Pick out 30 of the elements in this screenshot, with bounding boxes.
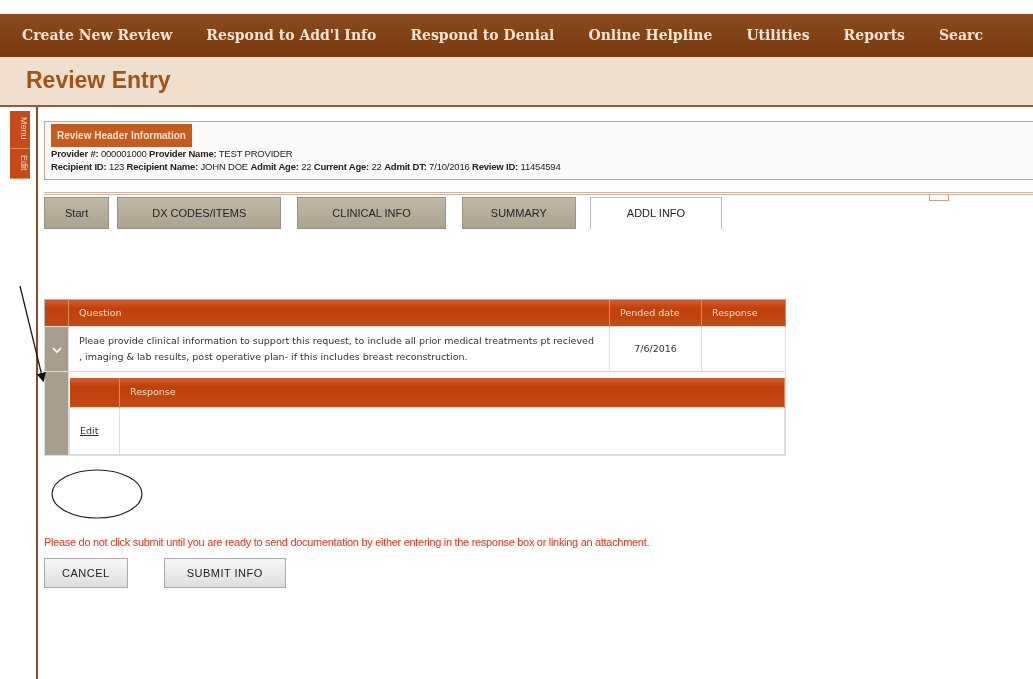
tab[interactable]: Start [44, 197, 110, 229]
chevron-down-icon[interactable] [51, 345, 62, 354]
button-control[interactable]: CANCEL [44, 558, 128, 589]
nav-link-item[interactable]: Respond to Denial [410, 25, 555, 46]
nav-link-item[interactable]: Searc [939, 25, 983, 46]
warning-text: Please do not click submit until you are ready to send documentation by either entering in the response box or linking an attachment. [44, 534, 651, 550]
panel-legend: Review Header Information [51, 124, 192, 147]
tab[interactable]: CLINICAL INFO [297, 197, 446, 229]
nav-link-item[interactable]: Respond to Add'l Info [206, 25, 377, 46]
nav-link-item[interactable]: Utilities [746, 25, 810, 46]
question-cell: Pleae provide clinical information to support this request, to include all prior medical treatments pt recieved , imaging & lab results, post operative plan- if this includes breast reconstruction. [68, 326, 610, 372]
header-info-line: Provider #: 000001000 Provider Name: TEST PROVIDER [51, 147, 294, 160]
button-control[interactable]: SUBMIT INFO [163, 558, 286, 589]
tab[interactable]: SUMMARY [461, 197, 576, 229]
date-cell: 7/6/2016 [609, 326, 702, 372]
side-tab[interactable]: Menu [10, 111, 30, 149]
column-header: Pended date [609, 299, 702, 327]
edit-link[interactable]: Edit [80, 424, 99, 436]
nav-link-item[interactable]: Create New Review [22, 25, 173, 46]
nav-link-item[interactable]: Online Helpline [588, 25, 713, 46]
side-tab[interactable]: Edit [10, 148, 30, 180]
column-header: Question [68, 299, 610, 327]
header-info-line: Recipient ID: 123 Recipient Name: JOHN DOE Admit Age: 22 Current Age: 22 Admit DT: 7/10/2016 Review ID: 11454594 [51, 160, 562, 173]
nav-link-item[interactable]: Reports [843, 25, 905, 46]
tab[interactable]: ADDL INFO [589, 197, 723, 229]
tab[interactable]: DX CODES/ITEMS [117, 197, 282, 229]
column-header: Response [119, 378, 785, 407]
page-title: Review Entry [26, 67, 171, 95]
splitter-handle[interactable] [929, 195, 949, 201]
column-header: Response [701, 299, 786, 327]
